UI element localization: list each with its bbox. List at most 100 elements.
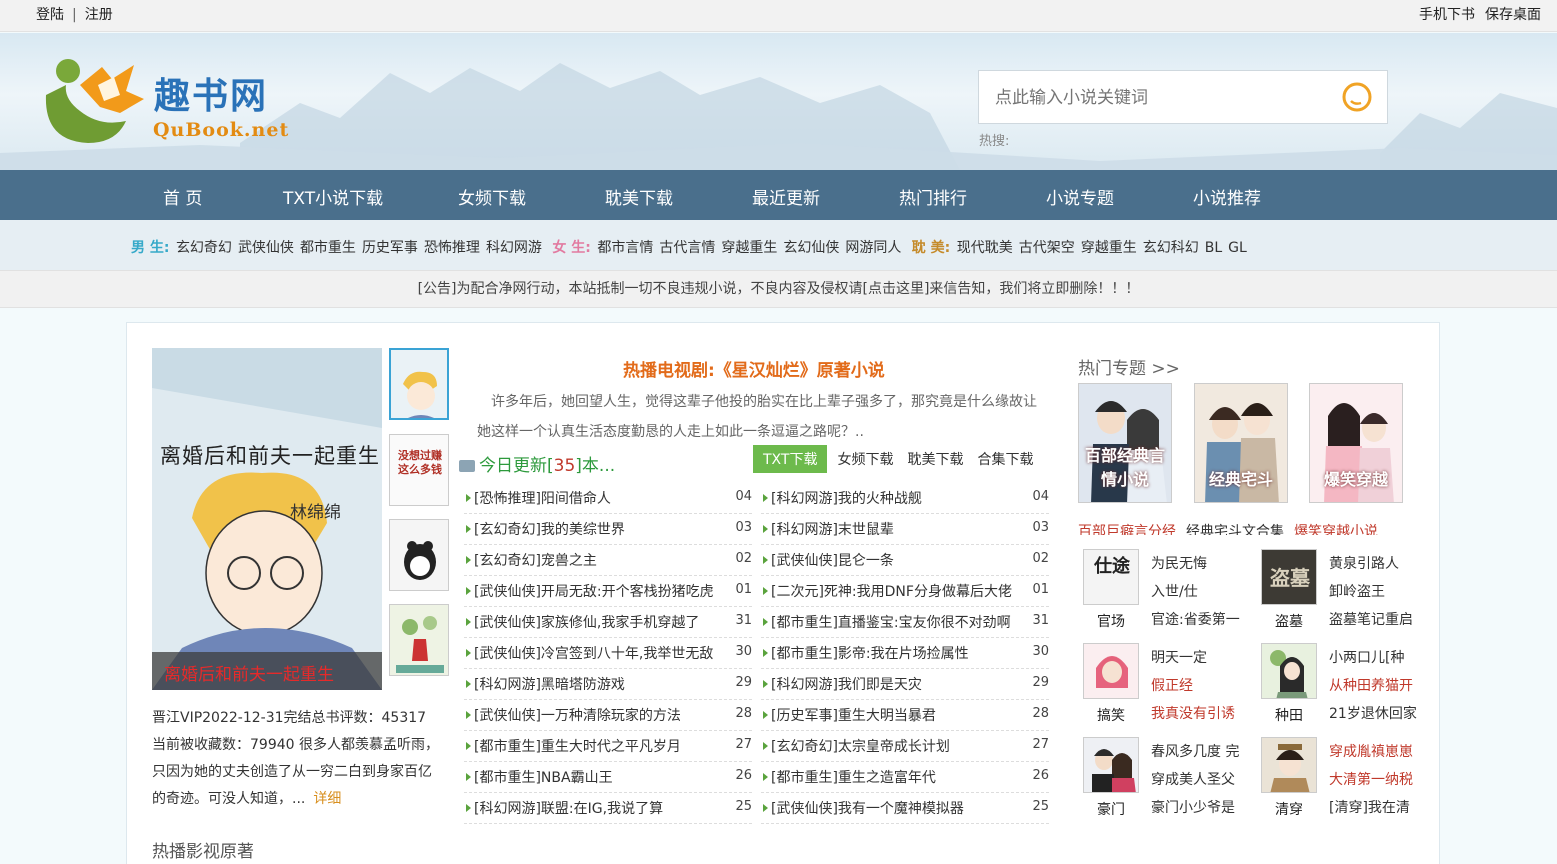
nav-recent-updates[interactable]: 最近更新 bbox=[752, 184, 820, 209]
search-input[interactable] bbox=[995, 85, 1325, 111]
small-card-link[interactable]: 大清第一纳税 bbox=[1329, 769, 1429, 789]
list-item[interactable]: [科幻网游]黑暗塔防游戏 29 bbox=[464, 669, 752, 700]
hot-topics-header[interactable]: 热门专题 >> bbox=[1078, 354, 1180, 379]
tab-collection-download[interactable]: 合集下载 bbox=[977, 449, 1033, 469]
small-card-officialdom[interactable]: 仕途 官场 为民无悔 入世/仕 官途:省委第一 bbox=[1079, 545, 1249, 633]
topic-link-2[interactable]: 经典宅斗文合集 bbox=[1186, 524, 1284, 535]
thumb-1[interactable] bbox=[389, 348, 449, 420]
list-item[interactable]: [都市重生]重生大时代之平凡岁月 27 bbox=[464, 731, 752, 762]
list-item[interactable]: [恐怖推理]阳间借命人 04 bbox=[464, 483, 752, 514]
site-logo[interactable]: 趣书网 QuBook.net bbox=[40, 51, 300, 151]
list-item[interactable]: [科幻网游]我的火种战舰 04 bbox=[761, 483, 1049, 514]
cat-male-3[interactable]: 都市重生 bbox=[300, 240, 356, 256]
small-card-link[interactable]: 黄泉引路人 bbox=[1329, 553, 1429, 573]
cat-danmei-5[interactable]: BL bbox=[1205, 240, 1222, 256]
search-icon[interactable] bbox=[1341, 81, 1375, 115]
list-item[interactable]: [武侠仙侠]冷宫签到八十年,我举世无敌 30 bbox=[464, 638, 752, 669]
topic-card-romance[interactable]: 百部经典言情小说 bbox=[1078, 383, 1172, 503]
list-item[interactable]: [二次元]死神:我用DNF分身做幕后大佬 01 bbox=[761, 576, 1049, 607]
nav-hot-ranking[interactable]: 热门排行 bbox=[899, 184, 967, 209]
tab-txt-download[interactable]: TXT下载 bbox=[753, 445, 828, 473]
small-card-link[interactable]: 我真没有引诱 bbox=[1151, 703, 1251, 723]
list-item[interactable]: [都市重生]影帝:我在片场捡属性 30 bbox=[761, 638, 1049, 669]
small-card-link[interactable]: 春风多几度 完 bbox=[1151, 741, 1251, 761]
cat-male-6[interactable]: 科幻网游 bbox=[486, 240, 542, 256]
topic-link-1[interactable]: 百部巨癖言分经 bbox=[1078, 524, 1176, 535]
cat-male-1[interactable]: 玄幻奇幻 bbox=[176, 240, 232, 256]
nav-topics[interactable]: 小说专题 bbox=[1046, 184, 1114, 209]
featured-cover[interactable]: 离婚后和前夫一起重生 林绵绵 离婚后和前夫一起重生 bbox=[152, 348, 382, 690]
cat-female-3[interactable]: 穿越重生 bbox=[721, 240, 777, 256]
list-item[interactable]: [科幻网游]我们即是天灾 29 bbox=[761, 669, 1049, 700]
list-item[interactable]: [都市重生]NBA霸山王 26 bbox=[464, 762, 752, 793]
nav-recommend[interactable]: 小说推荐 bbox=[1193, 184, 1261, 209]
small-card-link[interactable]: 穿成美人圣父 bbox=[1151, 769, 1251, 789]
cat-danmei-3[interactable]: 穿越重生 bbox=[1081, 240, 1137, 256]
small-card-tomb[interactable]: 盗墓 盗墓 黄泉引路人 卸岭盗王 盗墓笔记重启 bbox=[1257, 545, 1427, 633]
cat-female-4[interactable]: 玄幻仙侠 bbox=[783, 240, 839, 256]
nav-txt-download[interactable]: TXT小说下载 bbox=[283, 184, 383, 209]
tv-feature-title[interactable]: 热播电视剧:《星汉灿烂》原著小说 bbox=[623, 356, 885, 381]
topic-card-comedy[interactable]: 爆笑穿越 bbox=[1309, 383, 1403, 503]
list-item[interactable]: [都市重生]直播鉴宝:宝友你很不对劲啊 31 bbox=[761, 607, 1049, 638]
small-card-link[interactable]: 从种田养猫开 bbox=[1329, 675, 1429, 695]
cat-female-1[interactable]: 都市言情 bbox=[597, 240, 653, 256]
cat-female-2[interactable]: 古代言情 bbox=[659, 240, 715, 256]
list-item[interactable]: [武侠仙侠]我有一个魔神模拟器 25 bbox=[761, 793, 1049, 824]
list-item[interactable]: [玄幻奇幻]我的美综世界 03 bbox=[464, 514, 752, 545]
tab-female-download[interactable]: 女频下载 bbox=[837, 449, 893, 469]
login-link[interactable]: 登陆 bbox=[36, 7, 64, 23]
topic-link-3[interactable]: 爆笑穿越小说 bbox=[1294, 524, 1378, 535]
small-card-farming[interactable]: 种田 小两口儿[种 从种田养猫开 21岁退休回家 bbox=[1257, 639, 1427, 727]
small-card-qing-time-travel[interactable]: 清穿 穿成胤禛崽崽 大清第一纳税 [清穿]我在清 bbox=[1257, 733, 1427, 821]
cat-danmei-2[interactable]: 古代架空 bbox=[1019, 240, 1075, 256]
small-card-link[interactable]: 21岁退休回家 bbox=[1329, 703, 1429, 723]
list-item-title: [历史军事]重生大明当暴君 bbox=[771, 708, 936, 724]
small-card-link[interactable]: 盗墓笔记重启 bbox=[1329, 609, 1429, 629]
small-card-link[interactable]: 明天一定 bbox=[1151, 647, 1251, 667]
list-item[interactable]: [玄幻奇幻]太宗皇帝成长计划 27 bbox=[761, 731, 1049, 762]
small-card-link[interactable]: 卸岭盗王 bbox=[1329, 581, 1429, 601]
small-card-link[interactable]: 为民无悔 bbox=[1151, 553, 1251, 573]
topic-card-palace[interactable]: 经典宅斗 bbox=[1194, 383, 1288, 503]
thumb-2[interactable]: 没想过赚这么多钱 bbox=[389, 434, 449, 506]
cat-danmei-1[interactable]: 现代耽美 bbox=[957, 240, 1013, 256]
small-card-link[interactable]: 入世/仕 bbox=[1151, 581, 1251, 601]
small-card-link[interactable]: 豪门小少爷是 bbox=[1151, 797, 1251, 817]
cat-danmei-6[interactable]: GL bbox=[1228, 240, 1247, 256]
list-item-title: [二次元]死神:我用DNF分身做幕后大佬 bbox=[771, 584, 1012, 600]
small-card-link[interactable]: 小两口儿[种 bbox=[1329, 647, 1429, 667]
register-link[interactable]: 注册 bbox=[85, 7, 113, 23]
list-item-title: [武侠仙侠]一万种清除玩家的方法 bbox=[474, 708, 681, 724]
save-desktop-link[interactable]: 保存桌面 bbox=[1485, 7, 1541, 23]
thumb-4[interactable] bbox=[389, 604, 449, 676]
cat-male-5[interactable]: 恐怖推理 bbox=[424, 240, 480, 256]
tab-danmei-download[interactable]: 耽美下载 bbox=[907, 449, 963, 469]
list-item[interactable]: [历史军事]重生大明当暴君 28 bbox=[761, 700, 1049, 731]
list-item-date: 25 bbox=[1032, 799, 1049, 814]
nav-danmei-download[interactable]: 耽美下载 bbox=[605, 184, 673, 209]
nav-female-download[interactable]: 女频下载 bbox=[458, 184, 526, 209]
list-item[interactable]: [武侠仙侠]开局无敌:开个客栈扮猪吃虎 01 bbox=[464, 576, 752, 607]
nav-home[interactable]: 首 页 bbox=[163, 184, 202, 209]
list-item[interactable]: [武侠仙侠]一万种清除玩家的方法 28 bbox=[464, 700, 752, 731]
cat-male-2[interactable]: 武侠仙侠 bbox=[238, 240, 294, 256]
list-item[interactable]: [科幻网游]联盟:在IG,我说了算 25 bbox=[464, 793, 752, 824]
mobile-download-link[interactable]: 手机下书 bbox=[1419, 7, 1475, 23]
cat-male-4[interactable]: 历史军事 bbox=[362, 240, 418, 256]
list-item[interactable]: [武侠仙侠]昆仑一条 02 bbox=[761, 545, 1049, 576]
list-item[interactable]: [都市重生]重生之造富年代 26 bbox=[761, 762, 1049, 793]
small-card-link[interactable]: 假正经 bbox=[1151, 675, 1251, 695]
list-item[interactable]: [玄幻奇幻]宠兽之主 02 bbox=[464, 545, 752, 576]
list-item[interactable]: [武侠仙侠]家族修仙,我家手机穿越了 31 bbox=[464, 607, 752, 638]
featured-more-link[interactable]: 详细 bbox=[313, 791, 341, 807]
small-card-funny[interactable]: 搞笑 明天一定 假正经 我真没有引诱 bbox=[1079, 639, 1249, 727]
small-card-link[interactable]: [清穿]我在清 bbox=[1329, 797, 1429, 817]
list-item[interactable]: [科幻网游]末世鼠辈 03 bbox=[761, 514, 1049, 545]
cat-female-5[interactable]: 网游同人 bbox=[845, 240, 901, 256]
small-card-link[interactable]: 穿成胤禛崽崽 bbox=[1329, 741, 1429, 761]
thumb-3[interactable] bbox=[389, 519, 449, 591]
small-card-link[interactable]: 官途:省委第一 bbox=[1151, 609, 1251, 629]
small-card-wealthy[interactable]: 豪门 春风多几度 完 穿成美人圣父 豪门小少爷是 bbox=[1079, 733, 1249, 821]
cat-danmei-4[interactable]: 玄幻科幻 bbox=[1143, 240, 1199, 256]
